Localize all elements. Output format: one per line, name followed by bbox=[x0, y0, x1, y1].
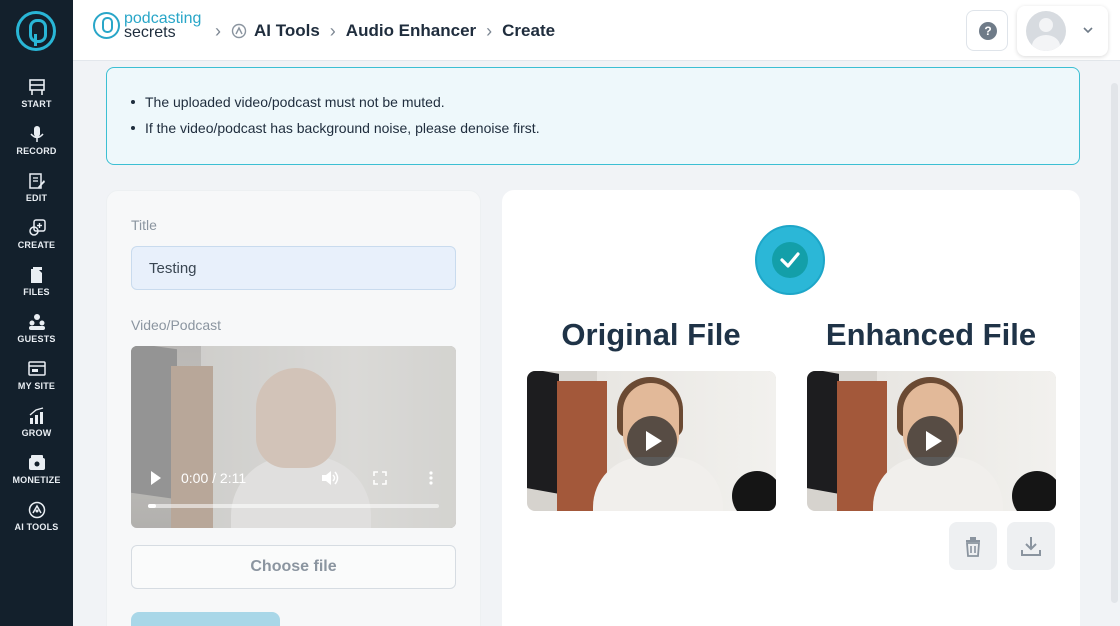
video-progress-bar[interactable] bbox=[148, 504, 439, 508]
enhanced-file-title: Enhanced File bbox=[825, 317, 1037, 352]
app-logo-icon[interactable] bbox=[16, 11, 56, 51]
result-panel: Original File Enhanced File bbox=[502, 190, 1080, 626]
create-icon bbox=[28, 219, 46, 236]
list-item: If the video/podcast has background nois… bbox=[131, 115, 540, 141]
title-input[interactable] bbox=[131, 246, 456, 290]
video-frame-detail bbox=[807, 371, 839, 494]
original-video-preview[interactable] bbox=[527, 371, 776, 511]
sidebar-item-label: GROW bbox=[21, 428, 52, 438]
chevron-right-icon: › bbox=[215, 20, 221, 41]
brand-name-line2: secrets bbox=[124, 24, 176, 41]
monetize-icon bbox=[28, 455, 45, 470]
fullscreen-icon[interactable] bbox=[373, 471, 387, 485]
sidebar-item-label: GUESTS bbox=[17, 334, 56, 344]
download-button[interactable] bbox=[1007, 522, 1055, 570]
sidebar-item-monetize[interactable]: MONETIZE bbox=[0, 454, 73, 494]
edit-icon bbox=[28, 173, 45, 189]
guests-icon bbox=[28, 314, 45, 330]
sidebar-item-ai-tools[interactable]: AI TOOLS bbox=[0, 501, 73, 541]
play-icon[interactable] bbox=[907, 416, 957, 466]
sidebar-item-label: RECORD bbox=[16, 146, 57, 156]
requirements-notice: The uploaded video/podcast must not be m… bbox=[106, 67, 1080, 165]
sidebar-item-label: MONETIZE bbox=[12, 475, 61, 485]
original-file-title: Original File bbox=[561, 317, 741, 352]
requirements-list: The uploaded video/podcast must not be m… bbox=[131, 89, 540, 141]
chevron-right-icon: › bbox=[329, 20, 336, 41]
volume-icon[interactable] bbox=[321, 470, 339, 486]
video-controls-overlay bbox=[131, 346, 456, 528]
user-menu-button[interactable] bbox=[1017, 6, 1108, 56]
start-icon bbox=[28, 79, 45, 95]
check-icon-inner bbox=[772, 242, 808, 278]
video-player[interactable]: 0:00 / 2:11 bbox=[131, 346, 456, 528]
scrollbar-thumb[interactable] bbox=[1111, 83, 1118, 603]
chevron-down-icon bbox=[1083, 27, 1093, 34]
enhanced-video-preview[interactable] bbox=[807, 371, 1056, 511]
sidebar-item-label: CREATE bbox=[17, 240, 56, 250]
my-site-icon bbox=[27, 361, 46, 376]
play-icon[interactable] bbox=[151, 471, 161, 485]
sidebar-item-label: FILES bbox=[23, 287, 50, 297]
delete-button[interactable] bbox=[949, 522, 997, 570]
sidebar-item-grow[interactable]: GROW bbox=[0, 407, 73, 447]
sidebar-item-create[interactable]: CREATE bbox=[0, 219, 73, 259]
video-progress-fill bbox=[148, 504, 156, 508]
breadcrumb-ai-tools[interactable]: AI Tools bbox=[254, 21, 320, 41]
success-check-icon bbox=[755, 225, 825, 295]
microphone-icon bbox=[29, 126, 44, 142]
sidebar-item-start[interactable]: START bbox=[0, 78, 73, 118]
brand-mic-icon bbox=[93, 12, 120, 39]
submit-button[interactable] bbox=[131, 612, 280, 626]
sidebar: START RECORD EDIT CREATE FILES GUESTS MY… bbox=[0, 0, 73, 626]
choose-file-button[interactable]: Choose file bbox=[131, 545, 456, 589]
breadcrumb-create: Create bbox=[502, 21, 556, 40]
grow-icon bbox=[29, 407, 43, 424]
download-icon bbox=[1021, 537, 1041, 556]
sidebar-item-record[interactable]: RECORD bbox=[0, 125, 73, 165]
breadcrumb: › AI Tools › Audio Enhancer › Create bbox=[213, 19, 555, 43]
more-options-icon[interactable] bbox=[423, 470, 439, 486]
brand-logo[interactable]: podcasting secrets bbox=[93, 10, 207, 43]
trash-icon bbox=[966, 537, 980, 557]
sidebar-item-label: EDIT bbox=[25, 193, 48, 203]
top-header: podcasting secrets › AI Tools › Audio En… bbox=[73, 0, 1120, 61]
files-icon bbox=[30, 267, 42, 283]
video-time: 0:00 / 2:11 bbox=[181, 470, 247, 486]
sidebar-item-edit[interactable]: EDIT bbox=[0, 172, 73, 212]
help-icon: ? bbox=[979, 22, 997, 40]
breadcrumb-audio-enhancer[interactable]: Audio Enhancer bbox=[346, 21, 476, 41]
ai-tools-icon bbox=[28, 501, 45, 519]
help-button[interactable]: ? bbox=[966, 10, 1008, 51]
page-scrollbar[interactable] bbox=[1109, 61, 1120, 626]
sidebar-item-label: START bbox=[21, 99, 52, 109]
checkmark-icon bbox=[780, 252, 800, 268]
sidebar-item-my-site[interactable]: MY SITE bbox=[0, 360, 73, 400]
media-label: Video/Podcast bbox=[131, 317, 222, 333]
chevron-right-icon: › bbox=[486, 20, 493, 41]
sidebar-item-label: MY SITE bbox=[17, 381, 56, 391]
upload-form-panel: Title Video/Podcast 0:00 / 2:11 Choose f… bbox=[106, 190, 481, 626]
sidebar-item-files[interactable]: FILES bbox=[0, 266, 73, 306]
play-icon[interactable] bbox=[627, 416, 677, 466]
list-item: The uploaded video/podcast must not be m… bbox=[131, 89, 540, 115]
title-label: Title bbox=[131, 217, 157, 233]
video-frame-detail bbox=[527, 371, 559, 494]
avatar bbox=[1026, 11, 1066, 51]
sidebar-item-label: AI TOOLS bbox=[14, 522, 59, 532]
ai-tools-icon bbox=[231, 23, 247, 39]
sidebar-item-guests[interactable]: GUESTS bbox=[0, 313, 73, 353]
